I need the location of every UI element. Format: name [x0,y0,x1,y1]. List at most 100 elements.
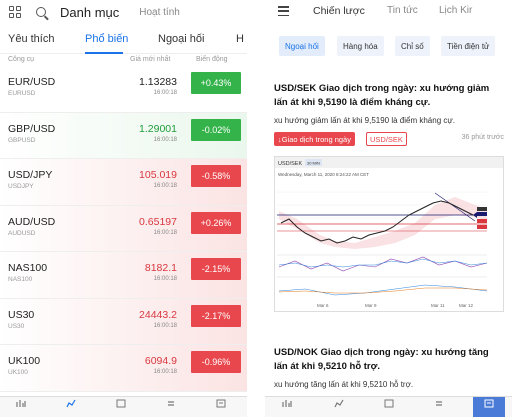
nav-chart[interactable] [323,399,355,408]
watchlist-panel: Danh mục Hoạt tính Yêu thích Phổ biến Ng… [0,0,247,417]
instrument-time: 16:00:18 [153,136,177,143]
instrument-code: EURUSD [8,90,36,97]
analysis-chart[interactable]: USD/SEK 30 MIN Wednesday, March 11, 2020… [274,156,504,312]
nav-trade[interactable] [156,399,186,408]
grid-icon[interactable] [8,5,22,19]
article-card[interactable]: USD/SEK Giao dịch trong ngày: xu hướng g… [274,82,504,148]
instrument-price: 6094.9 [144,355,177,367]
nav-calendar[interactable] [373,399,405,408]
search-icon[interactable] [34,5,48,19]
instrument-row[interactable]: EUR/USD EURUSD 1.13283 16:00:18 +0.43% [0,66,247,113]
article-time: 36 phút trước [461,134,504,141]
column-price: Giá mới nhất [130,56,171,63]
strategy-header: Chiến lược Tin tức Lịch Kir [265,0,512,24]
tab-forex[interactable]: Ngoại hối [158,33,204,45]
instrument-time: 16:00:18 [153,322,177,329]
instrument-price: 0.65197 [139,215,177,228]
instrument-list: EUR/USD EURUSD 1.13283 16:00:18 +0.43% GBP/US… [0,66,247,392]
instrument-code: GBPUSD [8,136,36,144]
instrument-symbol: US30 [8,308,35,321]
tab-popular[interactable]: Phổ biến [85,33,128,45]
news-icon [484,399,494,408]
change-badge[interactable]: -0.58% [191,165,241,187]
nav-news[interactable] [473,397,505,417]
article-meta: ↓Giao dịch trong ngày USD/SEK 36 phút tr… [274,132,504,148]
x-tick: Mar 9 [365,303,377,308]
change-badge[interactable]: +0.43% [191,72,241,94]
instrument-row[interactable]: UK100 UK100 6094.9 16:00:18 -0.96% [0,345,247,392]
instrument-code: NAS100 [8,276,33,283]
nav-markets[interactable] [271,399,303,408]
calendar-icon [384,399,394,408]
instrument-row[interactable]: NAS100 NAS100 8182.1 16:00:18 -2.15% [0,252,247,299]
instrument-row[interactable]: US30 US30 24443.2 16:00:18 -2.17% [0,298,247,345]
change-badge[interactable]: +0.26% [191,211,241,234]
article-title[interactable]: USD/NOK Giao dịch trong ngày: xu hướng t… [274,346,504,374]
category-chips: Ngoại hối Hàng hóa Chỉ số Tiền điện tử [265,36,512,58]
instrument-time: 16:00:18 [153,369,177,375]
nav-markets[interactable] [6,399,36,408]
instrument-row[interactable]: AUD/USD AUDUSD 0.65197 16:00:18 +0.26% [0,205,247,252]
symbol-badge[interactable]: USD/SEK [366,132,407,146]
x-tick: Mar 12 [459,303,474,308]
instrument-symbol: NAS100 [8,262,48,274]
article-summary: xu hướng giảm lấn át khi 9,5190 là điểm … [274,116,455,125]
markets-icon [282,400,292,407]
chip-crypto[interactable]: Tiền điện tử [441,36,496,56]
instrument-symbol: AUD/USD [8,215,56,228]
column-change: Biến động [196,56,228,63]
column-header: Công cụ Giá mới nhất Biến động [0,54,247,66]
trade-icon [168,401,174,406]
article-card[interactable]: USD/NOK Giao dịch trong ngày: xu hướng t… [274,346,504,390]
instrument-time: 16:00:18 [153,183,177,189]
chip-commodities[interactable]: Hàng hóa [337,36,384,56]
instrument-time: 16:00:18 [153,229,177,236]
hamburger-icon[interactable] [278,6,289,16]
instrument-time: 16:00:18 [153,90,177,96]
article-title[interactable]: USD/SEK Giao dịch trong ngày: xu hướng g… [274,82,504,110]
chart-svg: USD/SEK 30 MIN Wednesday, March 11, 2020… [275,157,503,308]
page-title: Danh mục [60,4,120,20]
instrument-code: US30 [8,322,25,330]
chip-indices[interactable]: Chỉ số [395,36,430,56]
chip-forex[interactable]: Ngoại hối [279,36,325,56]
instrument-price: 24443.2 [139,308,177,321]
watchlist-tabs: Yêu thích Phổ biến Ngoại hối H [0,24,247,54]
news-icon [216,399,226,408]
bottom-nav [265,396,512,417]
tab-more[interactable]: H [236,33,244,45]
nav-chart[interactable] [56,399,86,408]
tab-calendar[interactable]: Lịch Kir [439,5,472,16]
instrument-time: 16:00:18 [153,276,177,282]
change-badge[interactable]: -2.17% [191,304,241,327]
markets-icon [16,400,26,407]
calendar-icon [116,399,126,408]
instrument-code: UK100 [8,369,28,376]
article-summary: xu hướng tăng lấn át khi 9,5210 hỗ trợ. [274,380,414,389]
instrument-symbol: UK100 [8,355,41,367]
nav-trade[interactable] [423,399,455,408]
nav-news[interactable] [206,399,236,408]
x-tick: Mar 11 [431,303,445,308]
tab-news[interactable]: Tin tức [387,5,418,16]
tab-strategy[interactable]: Chiến lược [313,5,365,17]
instrument-price: 105.019 [139,169,177,181]
instrument-row[interactable]: USD/JPY USDJPY 105.019 16:00:18 -0.58% [0,159,247,206]
tab-favorites[interactable]: Yêu thích [8,33,54,45]
strategy-panel: Chiến lược Tin tức Lịch Kir Ngoại hối Hà… [265,0,512,417]
chart-symbol: USD/SEK [278,161,302,167]
x-tick: Mar 6 [317,303,329,308]
bottom-nav [0,396,247,417]
nav-calendar[interactable] [106,399,136,408]
change-badge[interactable]: -2.15% [191,258,241,280]
tab-active-instruments[interactable]: Hoạt tính [139,7,180,18]
instrument-symbol: EUR/USD [8,76,56,88]
instrument-row[interactable]: GBP/USD GBPUSD 1.29001 16:00:18 -0.02% [0,112,247,159]
intraday-badge: ↓Giao dịch trong ngày [274,132,355,146]
chart-icon [334,399,344,408]
instrument-symbol: USD/JPY [8,169,53,181]
watchlist-header: Danh mục Hoạt tính [0,0,247,24]
instrument-price: 1.29001 [139,122,177,135]
change-badge[interactable]: -0.02% [191,118,241,141]
change-badge[interactable]: -0.96% [191,351,241,373]
